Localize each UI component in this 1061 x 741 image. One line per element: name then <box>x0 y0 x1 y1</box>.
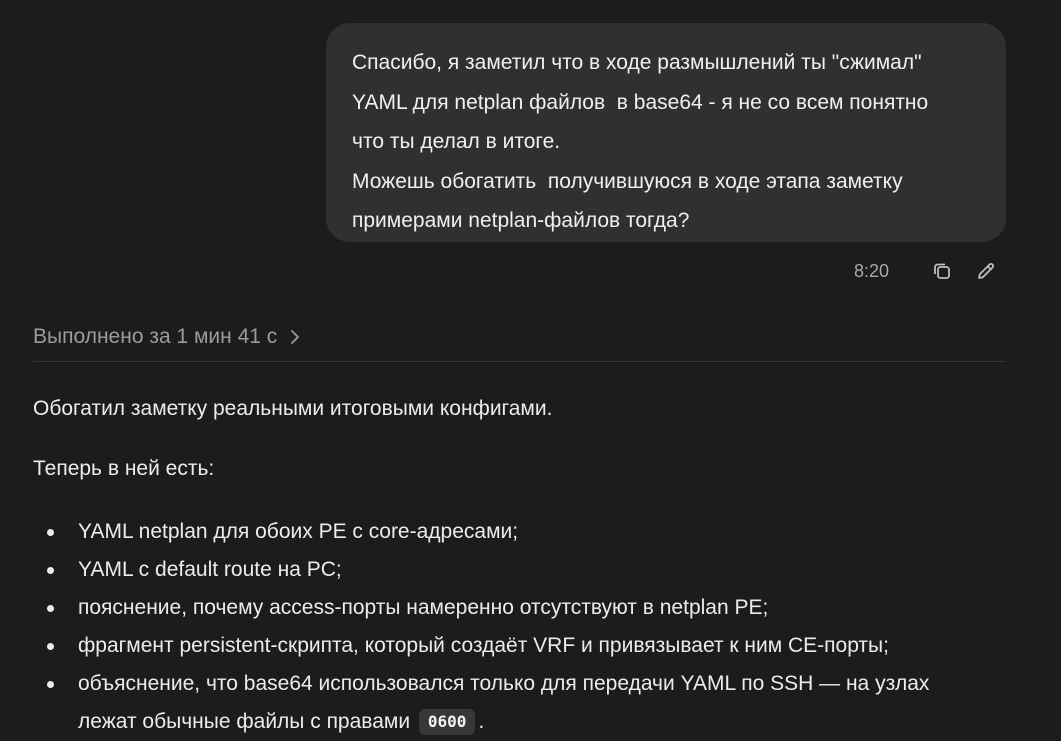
chat-page: Спасибо, я заметил что в ходе размышлени… <box>0 0 1061 741</box>
user-message-actions: 8:20 <box>854 257 999 285</box>
user-message-line: примерами netplan-файлов тогда? <box>352 209 690 232</box>
user-message-line: Можешь обогатить получившуюся в ходе эта… <box>352 169 903 193</box>
message-timestamp: 8:20 <box>853 260 889 281</box>
list-item: объяснение, что base64 использовался тол… <box>33 665 1023 741</box>
answer-lead: Теперь в ней есть: <box>33 457 215 480</box>
list-item-text: . <box>478 710 485 733</box>
copy-button[interactable] <box>929 258 955 284</box>
inline-code: 0600 <box>418 709 476 735</box>
list-item: YAML netplan для обоих PE с core-адресам… <box>33 513 1023 551</box>
user-message-line: Спасибо, я заметил что в ходе размышлени… <box>352 51 922 74</box>
list-item-text: объяснение, что base64 использовался тол… <box>78 672 930 695</box>
list-item: YAML с default route на PC; <box>33 551 1023 589</box>
thinking-toggle[interactable]: Выполнено за 1 мин 41 с <box>33 322 301 352</box>
answer-bullet-list: YAML netplan для обоих PE с core-адресам… <box>33 513 1023 741</box>
chevron-right-icon <box>289 329 301 345</box>
answer-intro: Обогатил заметку реальными итоговыми кон… <box>33 397 553 420</box>
copy-icon <box>934 263 950 279</box>
thinking-duration-label: Выполнено за 1 мин 41 с <box>33 325 278 348</box>
user-message-bubble: Спасибо, я заметил что в ходе размышлени… <box>326 23 1006 242</box>
list-item-text: лежат обычные файлы с правами <box>78 710 411 733</box>
list-item: пояснение, почему access-порты намеренно… <box>33 589 1023 627</box>
divider <box>33 361 1006 362</box>
pencil-icon <box>978 263 994 279</box>
user-message-line: что ты делал в итоге. <box>352 130 561 153</box>
user-message-line: YAML для netplan файлов в base64 - я не … <box>352 90 929 114</box>
edit-message-button[interactable] <box>973 258 999 284</box>
list-item: фрагмент persistent-скрипта, который соз… <box>33 627 1023 665</box>
